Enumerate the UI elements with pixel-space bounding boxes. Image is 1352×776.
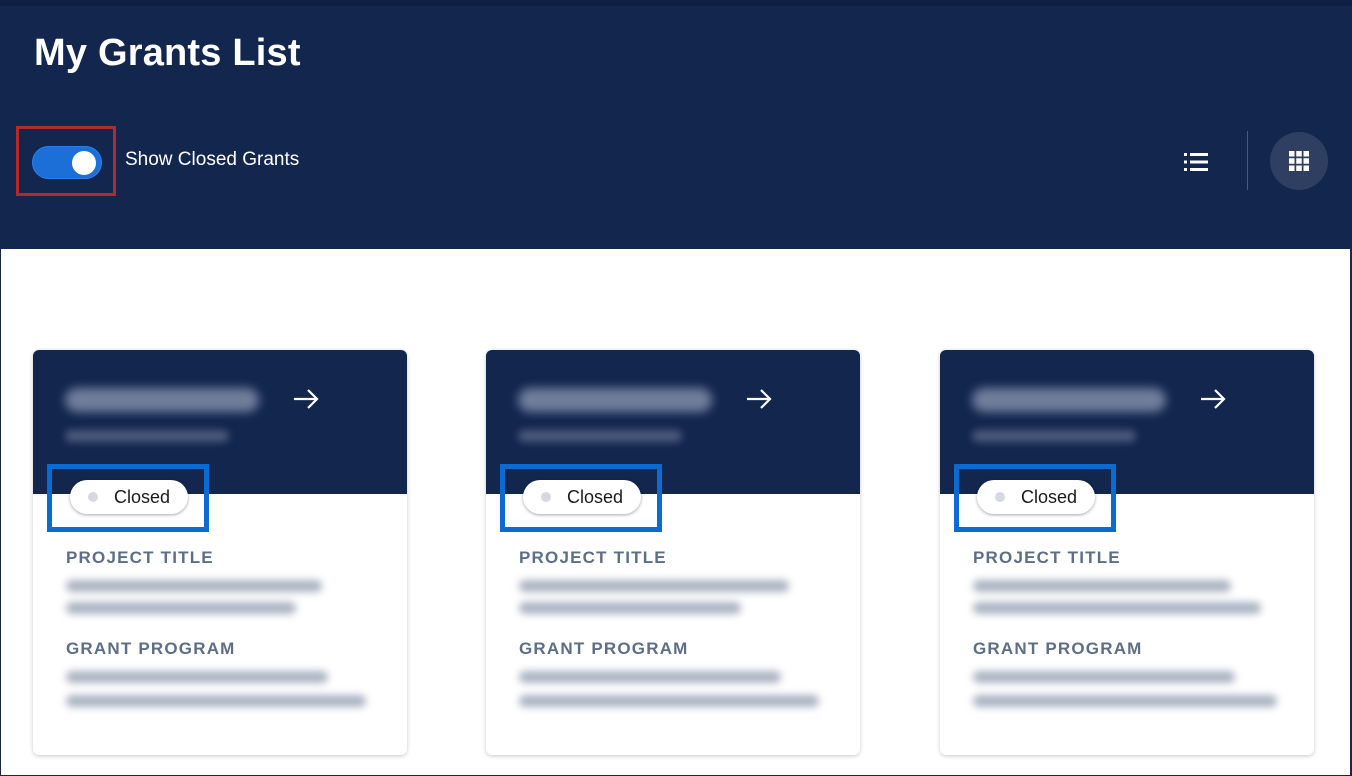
status-text: Closed xyxy=(1021,486,1078,507)
grant-date-redacted xyxy=(518,430,682,442)
grant-date-redacted xyxy=(65,430,229,442)
arrow-right-icon[interactable] xyxy=(291,386,321,412)
project-title-redacted xyxy=(66,580,322,592)
grant-program-redacted xyxy=(519,671,781,683)
grid-view-button[interactable] xyxy=(1270,132,1328,190)
list-view-icon xyxy=(1184,153,1208,171)
grant-card[interactable]: Closed PROJECT TITLE GRANT PROGRAM xyxy=(33,350,407,755)
project-title-label: PROJECT TITLE xyxy=(973,548,1121,567)
grant-program-redacted xyxy=(66,671,328,683)
status-highlight-box: Closed xyxy=(954,464,1116,532)
grant-date-redacted xyxy=(972,430,1136,442)
list-view-button[interactable] xyxy=(1176,144,1216,180)
grid-view-icon xyxy=(1289,151,1309,171)
project-title-label: PROJECT TITLE xyxy=(519,548,667,567)
grant-card[interactable]: Closed PROJECT TITLE GRANT PROGRAM xyxy=(486,350,860,755)
grant-program-label: GRANT PROGRAM xyxy=(519,639,689,658)
status-dot-icon xyxy=(541,492,551,502)
status-badge: Closed xyxy=(70,480,188,514)
grant-id-redacted xyxy=(972,388,1166,412)
page-title: My Grants List xyxy=(34,32,301,74)
status-dot-icon xyxy=(88,492,98,502)
grant-id-redacted xyxy=(65,388,259,412)
arrow-right-icon[interactable] xyxy=(1198,386,1228,412)
status-badge: Closed xyxy=(523,480,641,514)
show-closed-grants-toggle[interactable] xyxy=(32,146,102,179)
status-text: Closed xyxy=(114,486,171,507)
project-title-label: PROJECT TITLE xyxy=(66,548,214,567)
status-highlight-box: Closed xyxy=(500,464,662,532)
project-title-redacted xyxy=(519,580,789,592)
status-highlight-box: Closed xyxy=(47,464,209,532)
toggle-label: Show Closed Grants xyxy=(125,149,300,170)
grant-program-label: GRANT PROGRAM xyxy=(973,639,1143,658)
project-title-redacted xyxy=(66,602,296,614)
project-title-redacted xyxy=(973,602,1261,614)
grant-program-redacted xyxy=(519,695,819,707)
grant-id-redacted xyxy=(518,388,712,412)
project-title-redacted xyxy=(973,580,1231,592)
status-dot-icon xyxy=(995,492,1005,502)
status-text: Closed xyxy=(567,486,624,507)
grant-card[interactable]: Closed PROJECT TITLE GRANT PROGRAM xyxy=(940,350,1314,755)
grant-program-redacted xyxy=(973,671,1235,683)
grant-program-label: GRANT PROGRAM xyxy=(66,639,236,658)
grant-program-redacted xyxy=(973,695,1277,707)
grant-program-redacted xyxy=(66,695,366,707)
arrow-right-icon[interactable] xyxy=(744,386,774,412)
project-title-redacted xyxy=(519,602,741,614)
view-toggle-divider xyxy=(1247,131,1248,190)
toggle-highlight-box xyxy=(16,126,116,196)
toggle-knob[interactable] xyxy=(72,151,96,175)
status-badge: Closed xyxy=(977,480,1095,514)
page-header: My Grants List Show Closed Grants xyxy=(0,0,1352,249)
